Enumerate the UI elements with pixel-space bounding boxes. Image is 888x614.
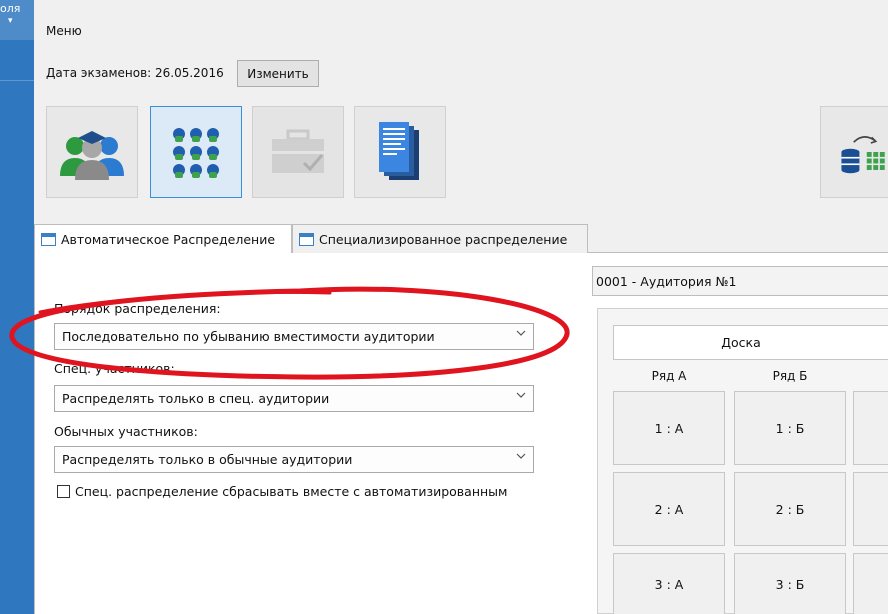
order-select[interactable]: Последовательно по убыванию вместимости …	[54, 323, 534, 350]
tab-special-distribution[interactable]: Специализированное распределение	[292, 224, 588, 253]
special-participants-value: Распределять только в спец. аудитории	[62, 391, 330, 406]
exam-date-label: Дата экзаменов: 26.05.2016	[46, 66, 224, 80]
reset-special-checkbox[interactable]	[57, 485, 70, 498]
briefcase-icon	[272, 129, 324, 173]
board-text: Доска	[721, 335, 761, 350]
left-app-strip	[0, 0, 34, 614]
chevron-down-icon	[516, 453, 526, 459]
seat-cell-partial[interactable]	[853, 391, 888, 465]
chevron-down-icon	[516, 330, 526, 336]
participants-icon	[60, 131, 124, 180]
left-strip-divider	[0, 80, 34, 81]
participants-tile[interactable]	[46, 106, 138, 198]
documents-icon	[379, 122, 419, 180]
auditorium-select[interactable]: 0001 - Аудитория №1	[592, 266, 888, 296]
menu-item[interactable]: Меню	[46, 24, 82, 38]
special-participants-select[interactable]: Распределять только в спец. аудитории	[54, 385, 534, 412]
seat-cell-partial[interactable]	[853, 472, 888, 546]
window-icon	[41, 233, 56, 246]
left-strip-label: оля	[0, 2, 21, 15]
order-select-value: Последовательно по убыванию вместимости …	[62, 329, 435, 344]
briefcase-tile[interactable]	[252, 106, 344, 198]
chevron-down-icon	[516, 392, 526, 398]
seating-grid-icon	[173, 128, 219, 178]
regular-participants-select[interactable]: Распределять только в обычные аудитории	[54, 446, 534, 473]
seat-cell[interactable]: 3 : Б	[734, 553, 846, 614]
seat-cell[interactable]: 2 : Б	[734, 472, 846, 546]
seat-cell[interactable]: 1 : Б	[734, 391, 846, 465]
left-strip-dropdown-icon[interactable]: ▾	[8, 16, 13, 26]
special-participants-label: Спец. участников:	[54, 361, 175, 376]
change-date-button[interactable]: Изменить	[237, 60, 319, 87]
seat-cell[interactable]: 3 : А	[613, 553, 725, 614]
tab-label: Автоматическое Распределение	[61, 232, 276, 247]
documents-tile[interactable]	[354, 106, 446, 198]
database-sync-tile[interactable]	[820, 106, 888, 198]
seat-cell[interactable]: 2 : А	[613, 472, 725, 546]
tab-auto-distribution[interactable]: Автоматическое Распределение	[34, 224, 292, 254]
tab-content-border	[34, 253, 35, 614]
tab-label: Специализированное распределение	[319, 231, 568, 247]
seating-tile[interactable]	[150, 106, 242, 198]
row-header-b: Ряд Б	[772, 369, 808, 383]
board-label: Доска	[613, 325, 888, 360]
auditorium-select-value: 0001 - Аудитория №1	[596, 273, 737, 289]
seat-cell[interactable]: 1 : А	[613, 391, 725, 465]
regular-participants-value: Распределять только в обычные аудитории	[62, 452, 353, 467]
row-header-a: Ряд А	[651, 369, 687, 383]
window-icon	[299, 232, 314, 246]
seat-cell-partial[interactable]	[853, 553, 888, 614]
reset-special-label[interactable]: Спец. распределение сбрасывать вместе с …	[75, 484, 507, 499]
database-sync-icon	[841, 136, 885, 174]
order-label: Порядок распределения:	[54, 301, 221, 316]
regular-participants-label: Обычных участников:	[54, 424, 198, 439]
